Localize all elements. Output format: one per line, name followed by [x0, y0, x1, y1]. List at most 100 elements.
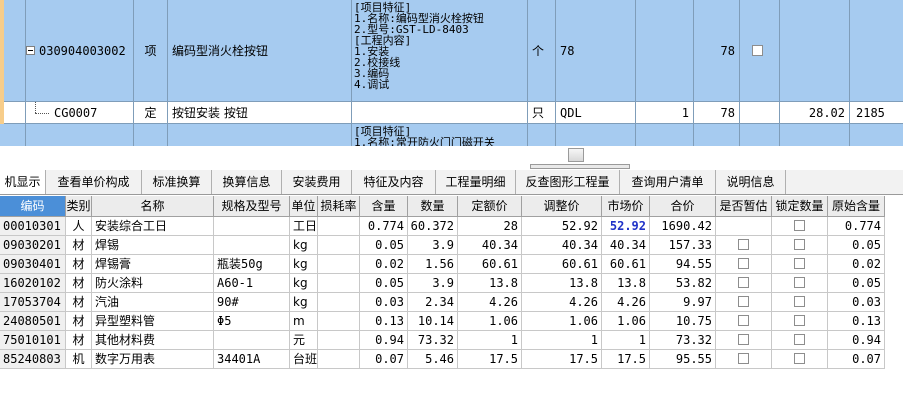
col-header-code[interactable]: 编码: [0, 196, 66, 217]
tab-machine-display[interactable]: 机显示: [0, 170, 46, 194]
provisional-checkbox[interactable]: [738, 258, 749, 269]
locked-quantity-checkbox[interactable]: [794, 315, 805, 326]
provisional-checkbox[interactable]: [738, 334, 749, 345]
cell-market-price[interactable]: 40.34: [602, 236, 650, 255]
bill-item-row[interactable]: [项目特征] 1.名称:常开防火门门磁开关: [0, 124, 903, 146]
col-header-name[interactable]: 名称: [92, 196, 214, 217]
cell-content[interactable]: 0.07: [360, 350, 408, 369]
table-row[interactable]: 09030401 材焊锡膏 瓶装50g kg 0.02 1.56 60.61 60.61 60.…: [0, 255, 885, 274]
cell-content[interactable]: 0.13: [360, 312, 408, 331]
cell-original-content: 0.05: [828, 236, 885, 255]
quota-item-row[interactable]: CG0007 定 按钮安装 按钮 只 QDL 1 78 28.02 2185: [0, 102, 903, 124]
cell-market-price[interactable]: 13.8: [602, 274, 650, 293]
splitter-bar[interactable]: [530, 164, 630, 169]
table-row[interactable]: 16020102 材防火涂料 A60-1 kg 0.05 3.9 13.8 13.8 13.8 5…: [0, 274, 885, 293]
cell-adjusted-price[interactable]: 52.92: [522, 217, 602, 236]
tab-unit-price-composition[interactable]: 查看单价构成: [46, 170, 142, 194]
cell-locked-quantity: [772, 350, 828, 369]
col-header-spec[interactable]: 规格及型号: [214, 196, 290, 217]
cell-adjusted-price[interactable]: 40.34: [522, 236, 602, 255]
col-header-locked-quantity[interactable]: 锁定数量: [772, 196, 828, 217]
col-header-total-price[interactable]: 合价: [650, 196, 716, 217]
cell-quota-price: 40.34: [458, 236, 522, 255]
cell-content[interactable]: 0.02: [360, 255, 408, 274]
tab-quantity-details[interactable]: 工程量明细: [436, 170, 516, 194]
cell-content[interactable]: 0.05: [360, 236, 408, 255]
cell-market-price[interactable]: 4.26: [602, 293, 650, 312]
bill-item-row[interactable]: 030904003002 项 编码型消火栓按钮 [项目特征] 1.名称:编码型消…: [0, 0, 903, 102]
col-header-content[interactable]: 含量: [360, 196, 408, 217]
locked-quantity-checkbox[interactable]: [794, 353, 805, 364]
provisional-checkbox[interactable]: [738, 277, 749, 288]
collapse-icon[interactable]: [26, 46, 35, 55]
col-header-unit[interactable]: 单位: [290, 196, 318, 217]
cell-quota-price: 17.5: [458, 350, 522, 369]
cell-content[interactable]: 0.03: [360, 293, 408, 312]
bill-item-quantity-expr[interactable]: 78: [556, 0, 636, 102]
cell-provisional: [716, 293, 772, 312]
locked-quantity-checkbox[interactable]: [794, 334, 805, 345]
cell-market-price[interactable]: 1: [602, 331, 650, 350]
cell-adjusted-price[interactable]: 4.26: [522, 293, 602, 312]
cell-name: 焊锡膏: [92, 255, 214, 274]
cell-adjusted-price[interactable]: 13.8: [522, 274, 602, 293]
cell-loss-rate: [318, 350, 360, 369]
locked-quantity-checkbox[interactable]: [794, 296, 805, 307]
locked-quantity-checkbox[interactable]: [794, 277, 805, 288]
cell-market-price[interactable]: 17.5: [602, 350, 650, 369]
table-row[interactable]: 09030201 材焊锡 kg 0.05 3.9 40.34 40.34 40.34 157.3…: [0, 236, 885, 255]
tab-query-user-list[interactable]: 查询用户清单: [620, 170, 716, 194]
cell-loss-rate: [318, 312, 360, 331]
col-header-loss-rate[interactable]: 损耗率: [318, 196, 360, 217]
col-header-market-price[interactable]: 市场价: [602, 196, 650, 217]
cell-loss-rate: [318, 255, 360, 274]
cell-market-price[interactable]: 1.06: [602, 312, 650, 331]
splitter-grip-icon[interactable]: [568, 148, 584, 162]
table-row[interactable]: 17053704 材汽油 90# kg 0.03 2.34 4.26 4.26 4.26 9.97…: [0, 293, 885, 312]
cell-total-price: 53.82: [650, 274, 716, 293]
cell-content[interactable]: 0.94: [360, 331, 408, 350]
provisional-checkbox[interactable]: [738, 239, 749, 250]
table-row[interactable]: 85240803 机数字万用表 34401A 台班 0.07 5.46 17.5 17.5 17…: [0, 350, 885, 369]
table-row[interactable]: 24080501 材异型塑料管 Φ5 m 0.13 10.14 1.06 1.06 1.06 10…: [0, 312, 885, 331]
panel-splitter[interactable]: [0, 146, 903, 169]
cell-spec: 90#: [214, 293, 290, 312]
bill-item-features[interactable]: [项目特征] 1.名称:常开防火门门磁开关: [352, 124, 528, 146]
table-row[interactable]: 75010101 材其他材料费元 0.94 73.32 1 1 1 73.32 0.94: [0, 331, 885, 350]
tab-reverse-lookup-quantity[interactable]: 反查图形工程量: [516, 170, 620, 194]
col-header-quantity[interactable]: 数量: [408, 196, 458, 217]
cell-adjusted-price[interactable]: 1.06: [522, 312, 602, 331]
cell-adjusted-price[interactable]: 1: [522, 331, 602, 350]
col-header-provisional[interactable]: 是否暂估: [716, 196, 772, 217]
provisional-checkbox[interactable]: [738, 315, 749, 326]
cell-original-content: 0.774: [828, 217, 885, 236]
provisional-checkbox[interactable]: [738, 296, 749, 307]
table-row[interactable]: 00010301 人安装综合工日 工日 0.774 60.372 28 52.92 52.92…: [0, 217, 885, 236]
bill-item-checkbox[interactable]: [752, 45, 763, 56]
locked-quantity-checkbox[interactable]: [794, 258, 805, 269]
tab-installation-fee[interactable]: 安装费用: [282, 170, 352, 194]
cell-content[interactable]: 0.05: [360, 274, 408, 293]
tab-features-content[interactable]: 特征及内容: [352, 170, 436, 194]
col-header-quota-price[interactable]: 定额价: [458, 196, 522, 217]
col-header-original-content[interactable]: 原始含量: [828, 196, 885, 217]
cell-adjusted-price[interactable]: 60.61: [522, 255, 602, 274]
col-header-type[interactable]: 类别: [66, 196, 92, 217]
col-header-adjusted-price[interactable]: 调整价: [522, 196, 602, 217]
cell-spec: 瓶装50g: [214, 255, 290, 274]
cell-adjusted-price[interactable]: 17.5: [522, 350, 602, 369]
provisional-checkbox[interactable]: [738, 353, 749, 364]
feature-line: 4.调试: [354, 78, 390, 91]
tab-standard-conversion[interactable]: 标准换算: [142, 170, 212, 194]
cell-market-price[interactable]: 52.92: [602, 217, 650, 236]
bill-item-features[interactable]: [项目特征] 1.名称:编码型消火栓按钮 2.型号:GST-LD-8403 [工…: [352, 0, 528, 102]
quota-quantity-expr[interactable]: QDL: [556, 102, 636, 124]
cell-content[interactable]: 0.774: [360, 217, 408, 236]
cell-quota-price: 60.61: [458, 255, 522, 274]
locked-quantity-checkbox[interactable]: [794, 239, 805, 250]
locked-quantity-checkbox[interactable]: [794, 220, 805, 231]
cell-market-price[interactable]: 60.61: [602, 255, 650, 274]
tab-conversion-info[interactable]: 换算信息: [212, 170, 282, 194]
tab-description-info[interactable]: 说明信息: [716, 170, 786, 194]
cell-original-content: 0.02: [828, 255, 885, 274]
